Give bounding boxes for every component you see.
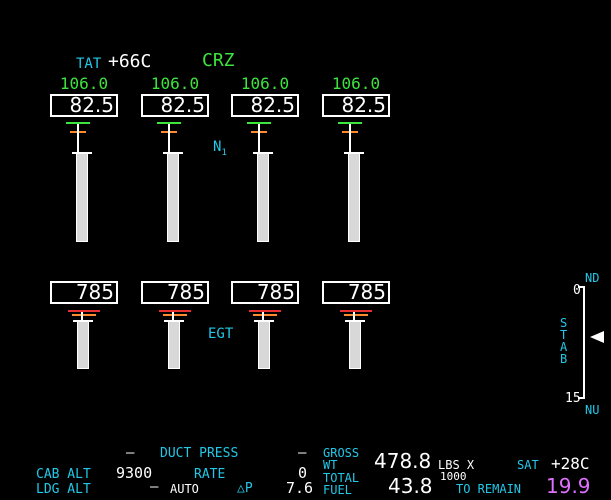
egt-bar-top — [164, 320, 184, 322]
n1-bar-top — [253, 152, 273, 154]
n1-readout: 82.5 — [141, 94, 209, 117]
stab-scale-bottom: 15 — [565, 391, 581, 406]
n1-gauge-engine-4: 106.0 82.5 — [322, 74, 390, 244]
egt-amber-marker — [163, 314, 187, 316]
stab-pointer-icon — [590, 331, 604, 343]
n1-bar-fill — [348, 152, 360, 242]
rate-label: RATE — [194, 467, 226, 482]
ldg-alt-dash: – — [150, 479, 159, 495]
egt-redline-marker — [159, 310, 191, 312]
tat-value: +66C — [108, 51, 152, 72]
egt-readout: 785 — [141, 281, 209, 304]
wt-label: WT — [323, 458, 338, 472]
n1-bar-fill — [167, 152, 179, 242]
n1-limit: 106.0 — [59, 74, 109, 93]
duct-press-left-dash: – — [126, 445, 135, 461]
total-fuel-value: 43.8 — [388, 474, 433, 498]
egt-readout: 785 — [50, 281, 118, 304]
n1-gauge-engine-2: 106.0 82.5 — [141, 74, 209, 244]
egt-bar-fill — [77, 321, 89, 369]
gross-weight-value: 478.8 — [374, 449, 432, 473]
egt-bar-top — [73, 320, 93, 322]
n1-bar-fill — [76, 152, 88, 242]
n1-readout: 82.5 — [231, 94, 299, 117]
egt-amber-marker — [344, 314, 368, 316]
auto-label: AUTO — [170, 482, 199, 496]
cab-alt-value: 9300 — [116, 464, 153, 482]
n1-limit: 106.0 — [240, 74, 290, 93]
egt-redline-marker — [68, 310, 100, 312]
n1-bar-top — [163, 152, 183, 154]
ldg-alt-label: LDG ALT — [36, 482, 91, 497]
stab-scale-top: 0 — [573, 283, 581, 298]
delta-p-value: 7.6 — [286, 479, 314, 497]
egt-bar-fill — [349, 321, 361, 369]
egt-gauge-engine-1: 785 — [50, 281, 118, 371]
n1-label: N1 — [213, 139, 227, 158]
n1-gauge-engine-1: 106.0 82.5 — [50, 74, 118, 244]
n1-bar-fill — [257, 152, 269, 242]
egt-bar-top — [345, 320, 365, 322]
egt-bar-fill — [258, 321, 270, 369]
egt-amber-marker — [253, 314, 277, 316]
stab-label: S T A B — [560, 316, 568, 366]
duct-press-right-dash: – — [298, 445, 307, 461]
egt-label: EGT — [208, 326, 234, 342]
n1-gauge-engine-3: 106.0 82.5 — [231, 74, 299, 244]
egt-readout: 785 — [231, 281, 299, 304]
duct-press-label: DUCT PRESS — [160, 446, 239, 461]
egt-gauge-engine-4: 785 — [322, 281, 390, 371]
stab-nd-label: ND — [585, 271, 600, 285]
tat-label: TAT — [76, 56, 102, 72]
egt-gauge-engine-2: 785 — [141, 281, 209, 371]
n1-readout: 82.5 — [322, 94, 390, 117]
cab-alt-label: CAB ALT — [36, 467, 91, 482]
n1-limit: 106.0 — [331, 74, 381, 93]
egt-redline-marker — [340, 310, 372, 312]
to-remain-value: 19.9 — [546, 474, 591, 498]
sat-label: SAT — [517, 458, 539, 472]
to-remain-label: TO REMAIN — [456, 482, 522, 496]
n1-limit: 106.0 — [150, 74, 200, 93]
fuel-label: FUEL — [323, 483, 352, 497]
n1-bar-top — [72, 152, 92, 154]
egt-gauge-engine-3: 785 — [231, 281, 299, 371]
sat-value: +28C — [551, 454, 590, 473]
stab-nu-label: NU — [585, 403, 600, 417]
egt-bar-top — [254, 320, 274, 322]
egt-readout: 785 — [322, 281, 390, 304]
delta-p-label: △P — [237, 481, 253, 496]
egt-bar-fill — [168, 321, 180, 369]
n1-readout: 82.5 — [50, 94, 118, 117]
egt-redline-marker — [249, 310, 281, 312]
thrust-mode: CRZ — [202, 50, 235, 71]
egt-amber-marker — [72, 314, 96, 316]
n1-bar-top — [344, 152, 364, 154]
